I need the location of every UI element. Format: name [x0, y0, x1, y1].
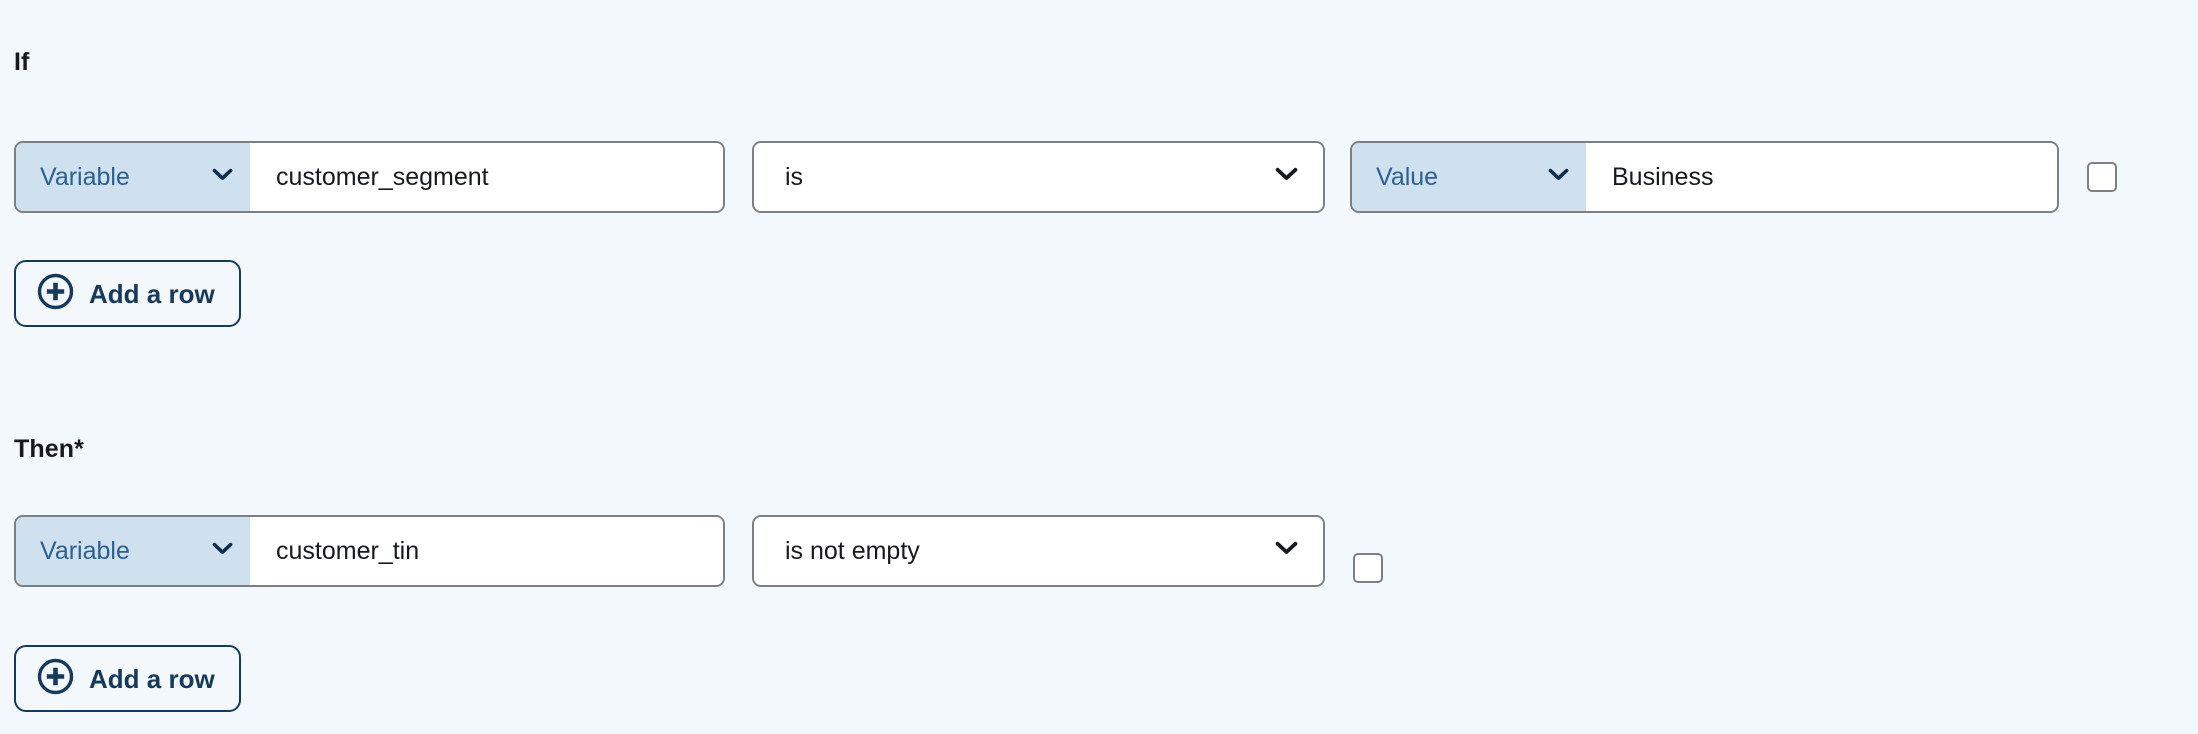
if-row-checkbox[interactable] — [2087, 162, 2117, 192]
plus-circle-icon — [37, 658, 74, 700]
if-variable-name-input[interactable] — [250, 143, 723, 211]
if-operator-select[interactable]: is — [754, 143, 1323, 211]
then-variable-type-label: Variable — [40, 536, 130, 565]
chevron-down-icon — [1548, 168, 1569, 187]
if-variable-type-select[interactable]: Variable — [16, 143, 250, 211]
if-condition-row: Variable is — [0, 141, 2198, 213]
then-add-row-label: Add a row — [89, 663, 215, 694]
then-row-checkbox[interactable] — [1353, 553, 1383, 583]
if-value-field-group: Value — [1350, 141, 2059, 213]
then-operator-field-group: is not empty — [752, 515, 1325, 587]
chevron-down-icon — [1275, 541, 1298, 561]
if-add-row-label: Add a row — [89, 278, 215, 309]
plus-circle-icon — [37, 273, 74, 315]
if-variable-field-group: Variable — [14, 141, 725, 213]
if-variable-type-label: Variable — [40, 162, 130, 191]
if-value-type-select[interactable]: Value — [1352, 143, 1586, 211]
if-section-label: If — [14, 48, 30, 76]
if-add-row-button[interactable]: Add a row — [14, 260, 241, 327]
then-operator-select[interactable]: is not empty — [754, 517, 1323, 585]
if-operator-label: is — [785, 162, 804, 191]
chevron-down-icon — [1275, 167, 1298, 187]
then-variable-name-input[interactable] — [250, 517, 723, 585]
then-variable-field-group: Variable — [14, 515, 725, 587]
then-section-label: Then* — [14, 435, 84, 463]
then-operator-label: is not empty — [785, 536, 920, 565]
chevron-down-icon — [212, 168, 233, 187]
then-add-row-button[interactable]: Add a row — [14, 645, 241, 712]
then-condition-row: Variable is not empty — [0, 515, 2198, 587]
if-value-type-label: Value — [1376, 162, 1439, 191]
if-operator-field-group: is — [752, 141, 1325, 213]
if-value-input[interactable] — [1586, 143, 2057, 211]
chevron-down-icon — [212, 542, 233, 561]
rule-builder-panel: If Variable is — [0, 0, 2198, 734]
then-variable-type-select[interactable]: Variable — [16, 517, 250, 585]
